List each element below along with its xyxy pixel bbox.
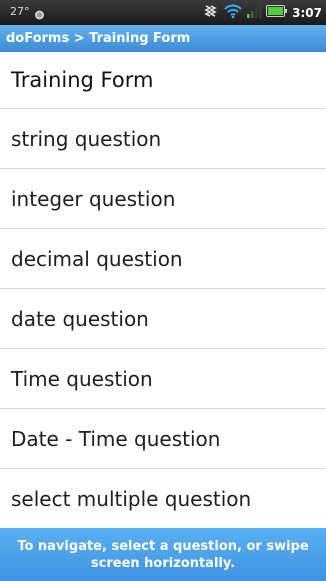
- signal-icon: [246, 3, 262, 23]
- list-item-date-time-question[interactable]: Date - Time question: [0, 409, 326, 469]
- vibrate-icon: [204, 3, 220, 23]
- wifi-icon: [224, 3, 242, 23]
- list-item-time-question[interactable]: Time question: [0, 349, 326, 409]
- question-list[interactable]: Training Form string question integer qu…: [0, 52, 326, 528]
- form-title-item[interactable]: Training Form: [0, 52, 326, 109]
- temperature-label: 27°: [10, 5, 30, 18]
- status-bar: 27° 3:07: [0, 0, 326, 25]
- clock: 3:07: [292, 5, 322, 20]
- status-icons: 3:07: [204, 3, 322, 22]
- breadcrumb: doForms > Training Form: [0, 25, 326, 52]
- navigation-hint-text: To navigate, select a question, or swipe…: [17, 538, 309, 571]
- list-item-date-question[interactable]: date question: [0, 289, 326, 349]
- navigation-hint: To navigate, select a question, or swipe…: [0, 528, 326, 581]
- battery-icon: [266, 3, 288, 22]
- list-item-decimal-question[interactable]: decimal question: [0, 229, 326, 289]
- list-item-integer-question[interactable]: integer question: [0, 169, 326, 229]
- weather-icon: [33, 6, 46, 20]
- list-item-string-question[interactable]: string question: [0, 109, 326, 169]
- list-item-select-multiple-question[interactable]: select multiple question: [0, 469, 326, 528]
- screen: 27° 3:07 doForms > Training Form Trainin…: [0, 0, 326, 581]
